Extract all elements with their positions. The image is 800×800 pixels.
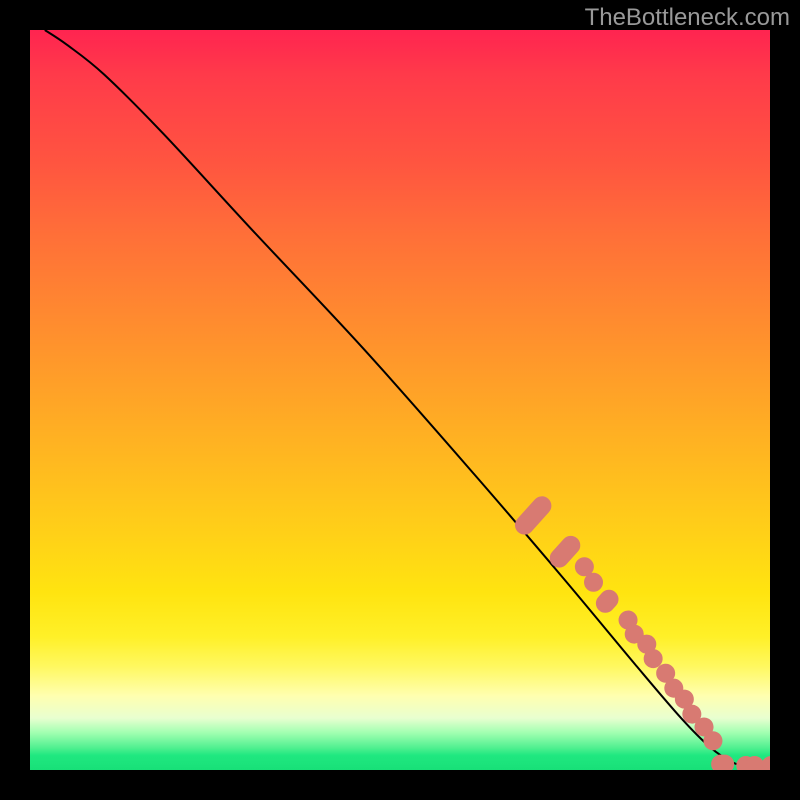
chart-svg-layer (30, 30, 770, 770)
chart-dash-segment (712, 755, 734, 770)
chart-dash-segment (746, 757, 764, 770)
watermark-label: TheBottleneck.com (585, 4, 790, 32)
chart-plot-area (30, 30, 770, 770)
chart-dash-group (512, 493, 770, 770)
chart-dash-segment (512, 493, 555, 538)
chart-dash-segment (762, 757, 770, 770)
